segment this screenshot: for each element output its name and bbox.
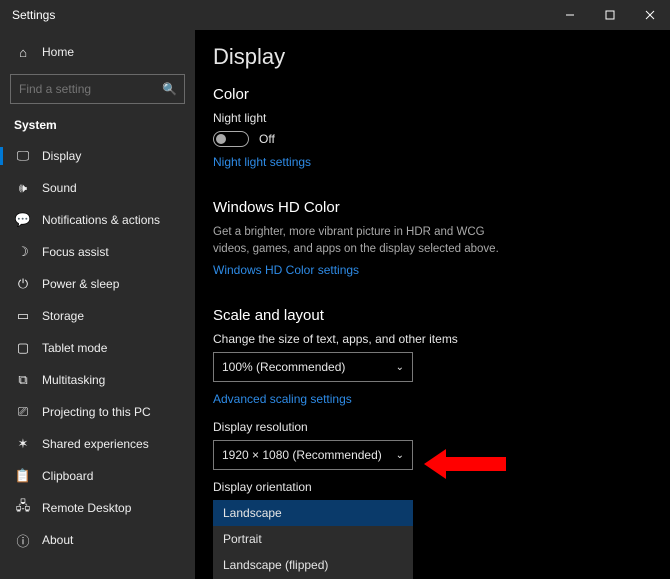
display-icon: 🖵 [14,148,32,164]
sidebar: ⌂ Home 🔍 System 🖵 Display 🕪 Sound 💬 Noti… [0,30,195,579]
sidebar-item-shared-experiences[interactable]: ✶ Shared experiences [4,428,191,460]
sound-icon: 🕪 [14,180,32,196]
sidebar-item-power[interactable]: ⏻ Power & sleep [4,268,191,300]
sidebar-item-label: Power & sleep [42,277,119,291]
tablet-icon: ▢ [14,340,32,356]
section-scale-heading: Scale and layout [213,307,646,324]
notifications-icon: 💬 [14,212,32,228]
search-input[interactable] [10,74,185,104]
scale-label: Change the size of text, apps, and other… [213,332,646,346]
projecting-icon: ⎚ [14,404,32,420]
resolution-select[interactable]: 1920 × 1080 (Recommended) ⌄ [213,440,413,470]
sidebar-item-label: Display [42,149,81,163]
sidebar-item-label: Multitasking [42,373,105,387]
sidebar-section-heading: System [4,114,191,140]
home-icon: ⌂ [14,45,32,60]
power-icon: ⏻ [14,276,32,292]
orientation-option-landscape-flipped[interactable]: Landscape (flipped) [213,552,413,578]
maximize-button[interactable] [590,0,630,30]
sidebar-item-clipboard[interactable]: 📋 Clipboard [4,460,191,492]
chevron-down-icon: ⌄ [396,450,404,461]
sidebar-item-notifications[interactable]: 💬 Notifications & actions [4,204,191,236]
clipboard-icon: 📋 [14,468,32,484]
sidebar-item-sound[interactable]: 🕪 Sound [4,172,191,204]
sidebar-item-label: About [42,533,73,547]
resolution-value: 1920 × 1080 (Recommended) [222,448,382,462]
scale-select[interactable]: 100% (Recommended) ⌄ [213,352,413,382]
sidebar-item-focus-assist[interactable]: ☽ Focus assist [4,236,191,268]
sidebar-item-multitasking[interactable]: ⧉ Multitasking [4,364,191,396]
orientation-option-portrait[interactable]: Portrait [213,526,413,552]
chevron-down-icon: ⌄ [396,362,404,373]
advanced-scaling-link[interactable]: Advanced scaling settings [213,392,352,406]
sidebar-item-tablet-mode[interactable]: ▢ Tablet mode [4,332,191,364]
resolution-label: Display resolution [213,420,646,434]
sidebar-item-projecting[interactable]: ⎚ Projecting to this PC [4,396,191,428]
hd-description: Get a brighter, more vibrant picture in … [213,224,523,257]
sidebar-item-label: Remote Desktop [42,501,131,515]
sidebar-item-label: Clipboard [42,469,93,483]
sidebar-item-label: Storage [42,309,84,323]
orientation-option-landscape[interactable]: Landscape [213,500,413,526]
close-button[interactable] [630,0,670,30]
section-color-heading: Color [213,86,646,103]
hd-color-settings-link[interactable]: Windows HD Color settings [213,263,359,277]
focus-assist-icon: ☽ [14,244,32,260]
sidebar-item-display[interactable]: 🖵 Display [4,140,191,172]
section-hd-heading: Windows HD Color [213,199,646,216]
page-title: Display [213,44,646,70]
shared-experiences-icon: ✶ [14,436,32,452]
sidebar-home-label: Home [42,45,74,59]
sidebar-item-label: Tablet mode [42,341,107,355]
night-light-settings-link[interactable]: Night light settings [213,155,311,169]
scale-value: 100% (Recommended) [222,360,345,374]
titlebar: Settings [0,0,670,30]
sidebar-home[interactable]: ⌂ Home [4,36,191,68]
night-light-toggle[interactable] [213,131,249,147]
orientation-dropdown[interactable]: Landscape Portrait Landscape (flipped) P… [213,500,413,579]
sidebar-item-label: Projecting to this PC [42,405,151,419]
main-content: Display Color Night light Off Night ligh… [195,30,670,579]
night-light-label: Night light [213,111,646,125]
sidebar-item-about[interactable]: ⓘ About [4,524,191,556]
sidebar-item-storage[interactable]: ▭ Storage [4,300,191,332]
titlebar-title: Settings [12,8,55,22]
remote-desktop-icon: 🖧 [14,497,32,519]
sidebar-item-label: Notifications & actions [42,213,160,227]
storage-icon: ▭ [14,308,32,324]
multitasking-icon: ⧉ [14,372,32,388]
sidebar-item-remote-desktop[interactable]: 🖧 Remote Desktop [4,492,191,524]
about-icon: ⓘ [14,531,32,550]
search-icon: 🔍 [162,74,177,104]
night-light-state: Off [259,132,275,146]
sidebar-item-label: Shared experiences [42,437,149,451]
minimize-button[interactable] [550,0,590,30]
sidebar-item-label: Focus assist [42,245,109,259]
orientation-label: Display orientation [213,480,646,494]
sidebar-item-label: Sound [42,181,77,195]
